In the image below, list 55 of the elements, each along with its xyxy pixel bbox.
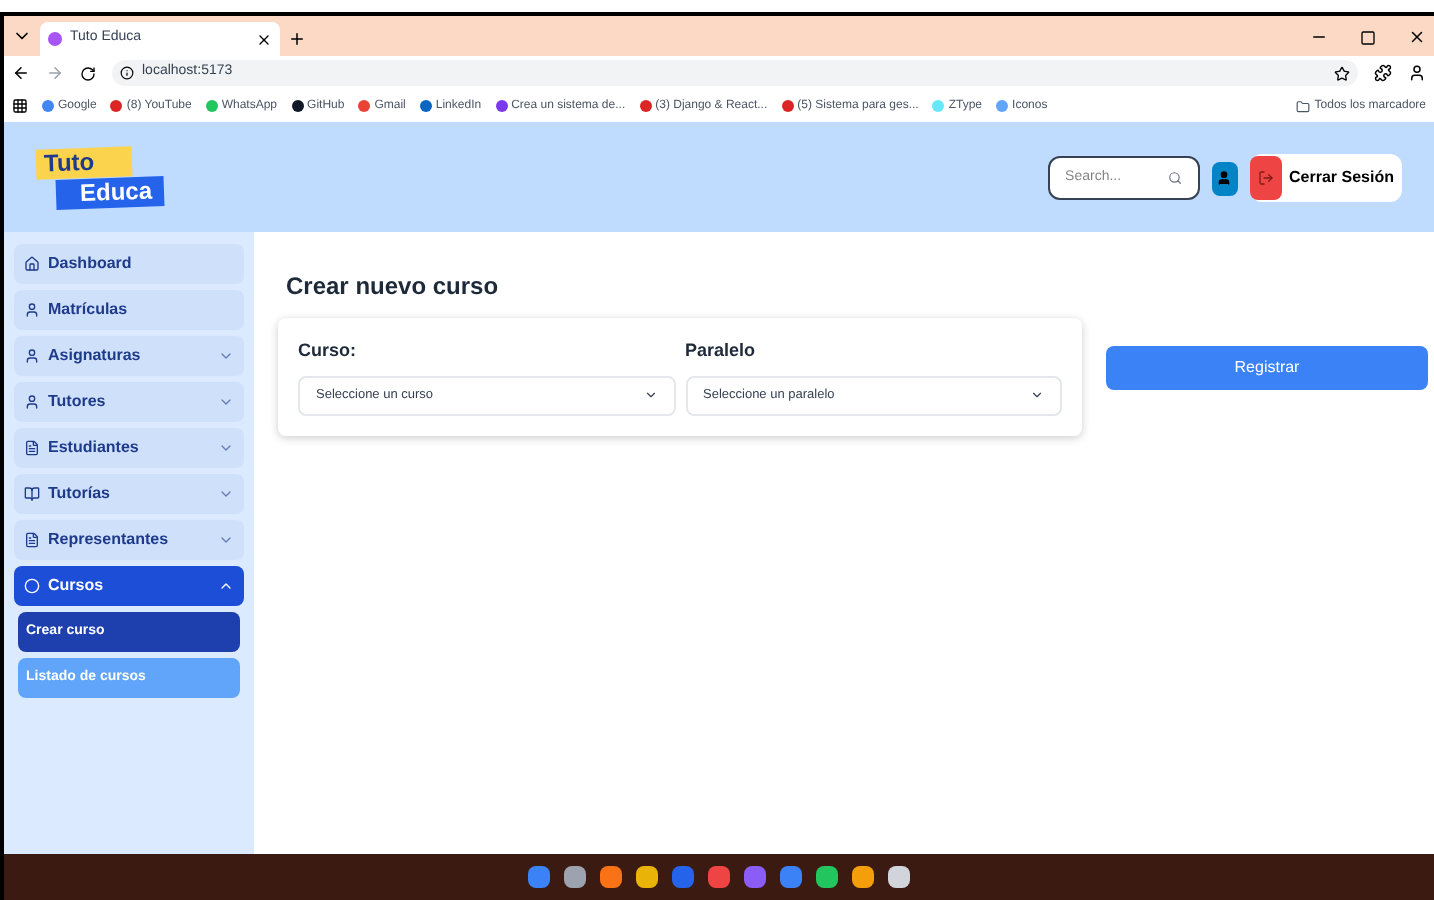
logout-button[interactable]: Cerrar Sesión	[1249, 154, 1402, 202]
user-icon	[24, 348, 40, 364]
chevron-down-icon	[218, 440, 234, 456]
profile-icon[interactable]	[1408, 64, 1426, 82]
site-info-icon[interactable]	[120, 66, 134, 80]
user-icon	[24, 394, 40, 410]
apps-icon[interactable]	[12, 98, 28, 114]
user-icon	[24, 302, 40, 318]
reload-icon[interactable]	[80, 65, 96, 81]
page-title: Crear nuevo curso	[286, 270, 501, 304]
chevron-down-icon	[1030, 388, 1044, 402]
book-icon	[24, 486, 40, 502]
extensions-icon[interactable]	[1374, 64, 1392, 82]
close-window-icon[interactable]	[1408, 28, 1426, 46]
taskbar-app-icon[interactable]	[564, 866, 586, 888]
sidebar-item[interactable]: Representantes	[14, 520, 244, 560]
sidebar-item[interactable]: Matrículas	[14, 290, 244, 330]
taskbar-app-icon[interactable]	[636, 866, 658, 888]
close-tab-icon[interactable]	[256, 31, 272, 47]
sidebar-item[interactable]: Asignaturas	[14, 336, 244, 376]
maximize-icon[interactable]	[1360, 30, 1376, 46]
circle-icon	[24, 578, 40, 594]
chevron-down-icon	[218, 532, 234, 548]
logo-top: Tuto	[35, 146, 133, 180]
taskbar-app-icon[interactable]	[816, 866, 838, 888]
search-icon	[1167, 170, 1182, 186]
logout-icon	[1257, 170, 1274, 186]
back-icon[interactable]	[12, 64, 30, 82]
sidebar-item[interactable]: Cursos	[14, 566, 244, 606]
chevron-down-icon	[218, 486, 234, 502]
taskbar-app-icon[interactable]	[888, 866, 910, 888]
app-favicon-icon	[48, 32, 62, 46]
chevron-down-icon	[218, 394, 234, 410]
chevron-up-icon	[218, 578, 234, 594]
sidebar-item[interactable]: Dashboard	[14, 244, 244, 284]
home-icon	[24, 256, 40, 272]
folder-icon	[1296, 99, 1311, 113]
bookmark-star-icon[interactable]	[1334, 65, 1350, 81]
taskbar-app-icon[interactable]	[852, 866, 874, 888]
chevron-down-icon	[218, 348, 234, 364]
chevron-down-icon	[643, 388, 657, 402]
new-tab-icon[interactable]	[288, 30, 306, 48]
logo-bottom: Educa	[55, 176, 165, 210]
profile-button[interactable]	[1211, 161, 1238, 195]
field-label: Curso:	[298, 338, 358, 364]
document-icon	[24, 532, 40, 548]
register-button[interactable]: Registrar	[1106, 346, 1428, 390]
taskbar-app-icon[interactable]	[600, 866, 622, 888]
forward-icon[interactable]	[46, 64, 64, 82]
field-label: Paralelo	[685, 338, 758, 364]
sidebar-item[interactable]: Tutorías	[14, 474, 244, 514]
document-icon	[24, 440, 40, 456]
sidebar-item[interactable]: Tutores	[14, 382, 244, 422]
user-icon	[1216, 170, 1233, 186]
sidebar-item[interactable]: Estudiantes	[14, 428, 244, 468]
